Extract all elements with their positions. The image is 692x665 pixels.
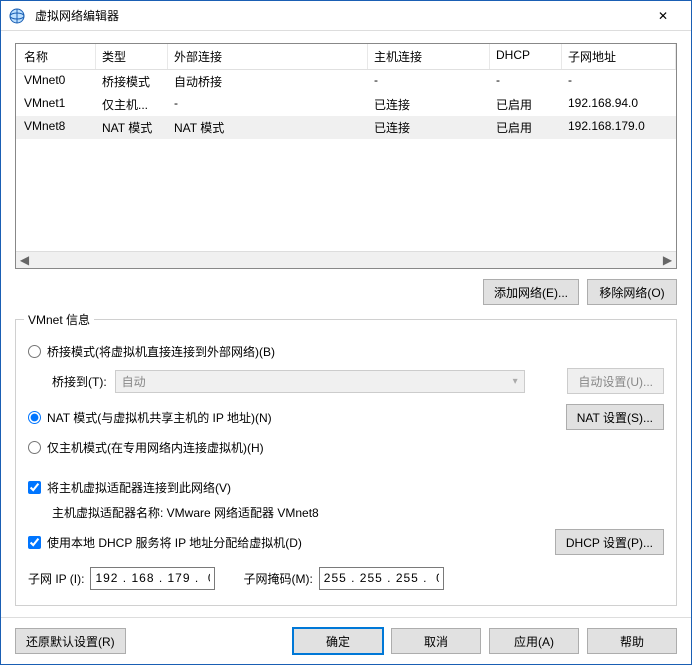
vmnet-info-group: VMnet 信息 桥接模式(将虚拟机直接连接到外部网络)(B) 桥接到(T): …: [15, 319, 677, 606]
connect-host-row: 将主机虚拟适配器连接到此网络(V): [28, 474, 664, 500]
close-icon: ✕: [658, 9, 668, 23]
nat-label: NAT 模式(与虚拟机共享主机的 IP 地址)(N): [47, 409, 272, 426]
host-only-row: 仅主机模式(在专用网络内连接虚拟机)(H): [28, 434, 664, 460]
apply-button[interactable]: 应用(A): [489, 628, 579, 654]
scroll-right-icon[interactable]: ▶: [659, 252, 676, 268]
nat-settings-button[interactable]: NAT 设置(S)...: [566, 404, 664, 430]
cancel-button[interactable]: 取消: [391, 628, 481, 654]
subnet-mask-input[interactable]: [319, 567, 444, 590]
auto-settings-button: 自动设置(U)...: [567, 368, 664, 394]
subnet-ip-input[interactable]: [90, 567, 215, 590]
table-body: VMnet0 桥接模式 自动桥接 - - - VMnet1 仅主机... - 已…: [16, 70, 676, 251]
connect-host-checkbox[interactable]: [28, 481, 41, 494]
bridged-radio[interactable]: [28, 345, 41, 358]
ok-button[interactable]: 确定: [293, 628, 383, 654]
table-header: 名称 类型 外部连接 主机连接 DHCP 子网地址: [16, 44, 676, 70]
bridged-to-select: 自动 ▾: [115, 370, 525, 393]
bridged-to-label: 桥接到(T):: [52, 373, 107, 390]
table-row[interactable]: VMnet1 仅主机... - 已连接 已启用 192.168.94.0: [16, 93, 676, 116]
bottom-bar: 还原默认设置(R) 确定 取消 应用(A) 帮助: [1, 617, 691, 664]
bridged-label: 桥接模式(将虚拟机直接连接到外部网络)(B): [47, 343, 275, 360]
table-row[interactable]: VMnet0 桥接模式 自动桥接 - - -: [16, 70, 676, 93]
bridged-to-row: 桥接到(T): 自动 ▾ 自动设置(U)...: [28, 368, 664, 394]
restore-defaults-button[interactable]: 还原默认设置(R): [15, 628, 126, 654]
titlebar: 虚拟网络编辑器 ✕: [1, 1, 691, 31]
nat-radio[interactable]: [28, 411, 41, 424]
remove-network-button[interactable]: 移除网络(O): [587, 279, 677, 305]
col-name[interactable]: 名称: [18, 44, 96, 69]
use-dhcp-checkbox[interactable]: [28, 536, 41, 549]
col-type[interactable]: 类型: [96, 44, 168, 69]
scroll-track[interactable]: [33, 252, 659, 268]
use-dhcp-row: 使用本地 DHCP 服务将 IP 地址分配给虚拟机(D) DHCP 设置(P).…: [28, 529, 664, 555]
col-external[interactable]: 外部连接: [168, 44, 368, 69]
col-dhcp[interactable]: DHCP: [490, 44, 562, 69]
window: 虚拟网络编辑器 ✕ 名称 类型 外部连接 主机连接 DHCP 子网地址 VMne…: [0, 0, 692, 665]
scroll-left-icon[interactable]: ◀: [16, 252, 33, 268]
use-dhcp-label: 使用本地 DHCP 服务将 IP 地址分配给虚拟机(D): [47, 534, 302, 551]
connect-host-label: 将主机虚拟适配器连接到此网络(V): [47, 479, 231, 496]
h-scrollbar[interactable]: ◀ ▶: [16, 251, 676, 268]
close-button[interactable]: ✕: [643, 7, 683, 25]
content: 名称 类型 外部连接 主机连接 DHCP 子网地址 VMnet0 桥接模式 自动…: [1, 31, 691, 617]
host-only-label: 仅主机模式(在专用网络内连接虚拟机)(H): [47, 439, 264, 456]
adapter-name-text: 主机虚拟适配器名称: VMware 网络适配器 VMnet8: [28, 504, 664, 521]
group-title: VMnet 信息: [24, 311, 94, 328]
nat-mode-row: NAT 模式(与虚拟机共享主机的 IP 地址)(N) NAT 设置(S)...: [28, 404, 664, 430]
add-network-button[interactable]: 添加网络(E)...: [483, 279, 579, 305]
bridged-mode-row: 桥接模式(将虚拟机直接连接到外部网络)(B): [28, 338, 664, 364]
app-icon: [9, 8, 25, 24]
col-subnet[interactable]: 子网地址: [562, 44, 676, 69]
window-title: 虚拟网络编辑器: [31, 7, 643, 24]
table-button-row: 添加网络(E)... 移除网络(O): [15, 269, 677, 313]
subnet-ip-label: 子网 IP (I):: [28, 570, 84, 587]
dhcp-settings-button[interactable]: DHCP 设置(P)...: [555, 529, 664, 555]
subnet-row: 子网 IP (I): 子网掩码(M):: [28, 565, 664, 591]
host-only-radio[interactable]: [28, 441, 41, 454]
table-row[interactable]: VMnet8 NAT 模式 NAT 模式 已连接 已启用 192.168.179…: [16, 116, 676, 139]
network-table: 名称 类型 外部连接 主机连接 DHCP 子网地址 VMnet0 桥接模式 自动…: [15, 43, 677, 269]
col-host[interactable]: 主机连接: [368, 44, 490, 69]
bridged-to-value: 自动: [122, 373, 146, 390]
help-button[interactable]: 帮助: [587, 628, 677, 654]
chevron-down-icon: ▾: [513, 376, 518, 387]
subnet-mask-label: 子网掩码(M):: [243, 570, 312, 587]
